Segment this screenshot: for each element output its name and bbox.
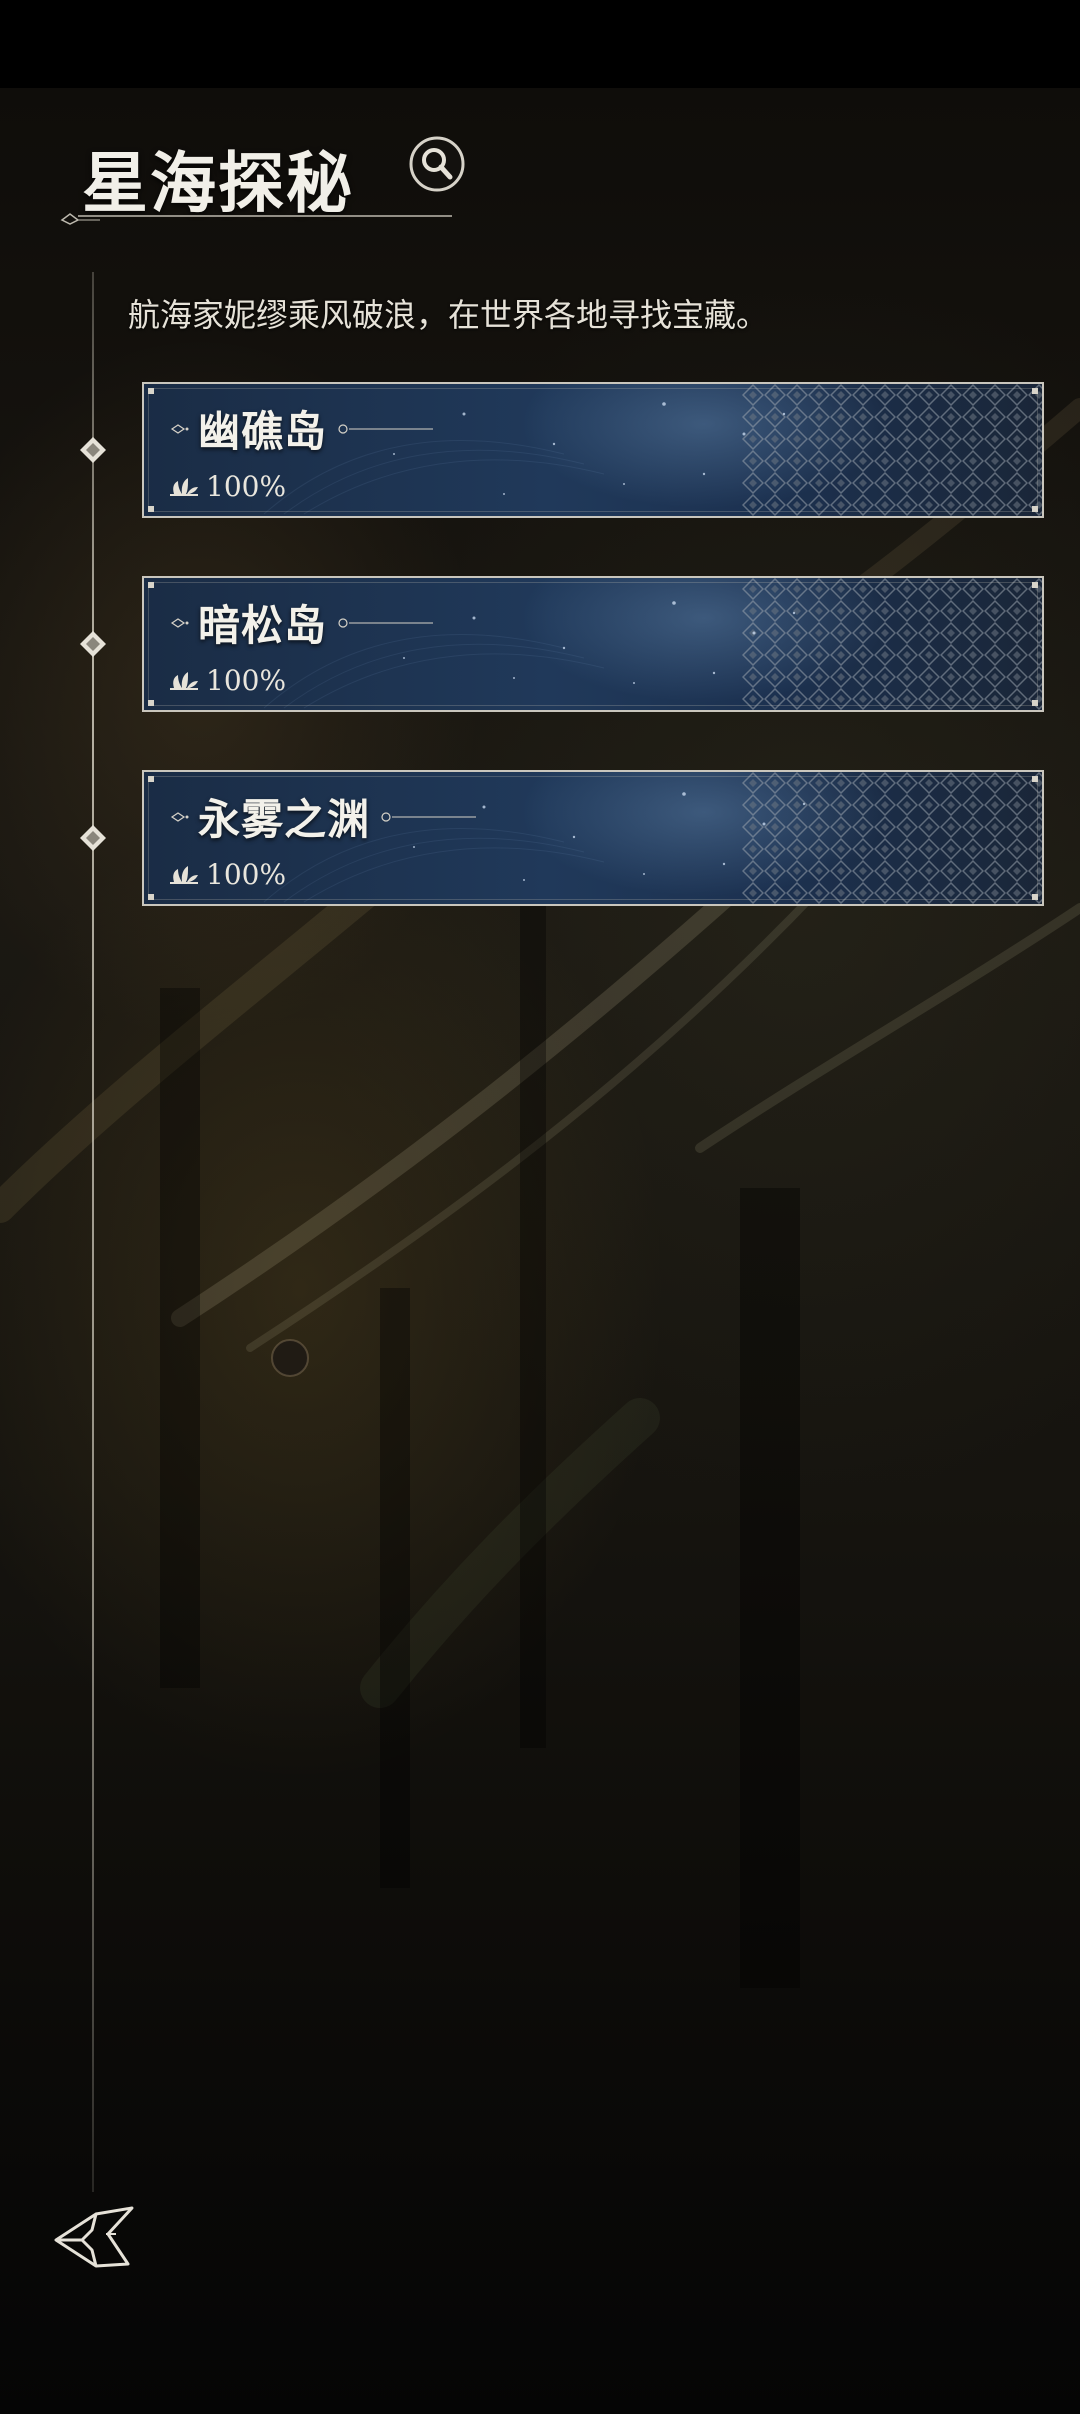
lotus-icon: [170, 477, 198, 496]
island-card-yongwu[interactable]: 永雾之渊 100%: [142, 770, 1044, 906]
island-name: 幽礁岛: [198, 407, 328, 456]
card-corner: [1032, 894, 1038, 900]
card-title-row: 永雾之渊: [170, 786, 480, 847]
card-title-row: 幽礁岛: [170, 398, 437, 459]
card-title-row: 暗松岛: [170, 592, 437, 653]
title-ornament-right-icon: [338, 423, 434, 434]
lotus-icon: [170, 865, 198, 884]
card-progress-row: 100%: [168, 470, 286, 503]
island-progress: 100%: [206, 470, 287, 503]
timeline-node-icon: [80, 437, 106, 463]
title-ornament-right-icon: [338, 617, 434, 628]
timeline-line: [92, 272, 94, 2192]
title-ornament-right-icon: [381, 811, 477, 822]
card-corner: [1032, 700, 1038, 706]
back-arrow-icon: [54, 2206, 134, 2268]
island-name: 永雾之渊: [198, 795, 371, 844]
card-progress-row: 100%: [168, 664, 286, 697]
card-corner: [1032, 582, 1038, 588]
back-button[interactable]: [52, 2204, 140, 2272]
card-progress-row: 100%: [168, 858, 286, 891]
lotus-icon: [170, 671, 198, 690]
title-ornament-left-icon: [170, 423, 189, 434]
card-corner: [148, 388, 154, 394]
card-corner: [148, 506, 154, 512]
timeline-node-icon: [80, 825, 106, 851]
timeline-node-icon: [80, 631, 106, 657]
magnifier-icon: [409, 136, 465, 192]
card-corner: [1032, 776, 1038, 782]
title-underline-ornament: [60, 213, 452, 225]
title-ornament-left-icon: [170, 617, 189, 628]
island-progress: 100%: [206, 664, 287, 697]
card-corner: [148, 582, 154, 588]
card-corner: [1032, 388, 1038, 394]
island-progress: 100%: [206, 858, 287, 891]
page-description: 航海家妮缪乘风破浪，在世界各地寻找宝藏。: [128, 296, 769, 334]
search-button[interactable]: [408, 135, 466, 193]
island-card-ansong[interactable]: 暗松岛 100%: [142, 576, 1044, 712]
card-corner: [148, 776, 154, 782]
island-name: 暗松岛: [198, 601, 328, 650]
card-corner: [1032, 506, 1038, 512]
card-corner: [148, 700, 154, 706]
status-bar-area: [0, 0, 1080, 88]
card-corner: [148, 894, 154, 900]
title-ornament-left-icon: [170, 811, 189, 822]
island-card-youjiao[interactable]: 幽礁岛 100%: [142, 382, 1044, 518]
